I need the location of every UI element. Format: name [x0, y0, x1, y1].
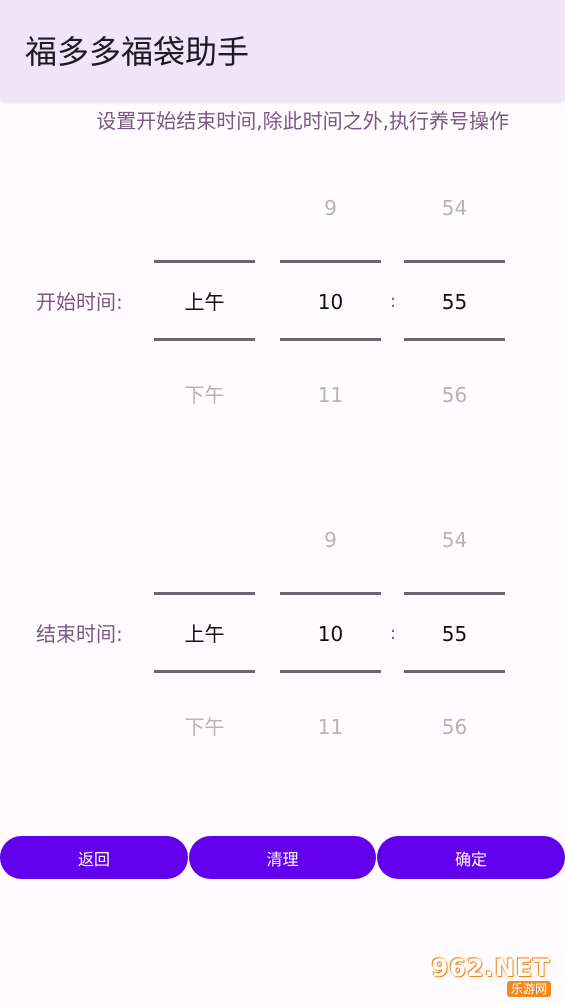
- start-hour-next[interactable]: 11: [280, 380, 381, 410]
- start-minute-selected[interactable]: 55: [404, 287, 505, 317]
- confirm-button[interactable]: 确定: [377, 836, 565, 879]
- time-separator: :: [389, 291, 397, 312]
- start-hour-prev[interactable]: 9: [280, 193, 381, 223]
- end-hour-selected[interactable]: 10: [280, 619, 381, 649]
- start-hour-wheel[interactable]: 9 10 11: [280, 190, 381, 430]
- start-ampm-selected[interactable]: 上午: [154, 287, 255, 317]
- start-minute-wheel[interactable]: 54 55 56: [404, 190, 505, 430]
- divider-bottom: [154, 670, 255, 673]
- start-minute-prev[interactable]: 54: [404, 193, 505, 223]
- end-minute-next[interactable]: 56: [404, 712, 505, 742]
- start-ampm-next[interactable]: 下午: [154, 380, 255, 410]
- instruction-text: 设置开始结束时间,除此时间之外,执行养号操作: [96, 109, 509, 133]
- end-time-label: 结束时间:: [36, 622, 123, 646]
- start-time-picker: 开始时间: 上午 下午 9 10 11 : 54 55 56: [0, 190, 565, 490]
- start-minute-next[interactable]: 56: [404, 380, 505, 410]
- divider-top: [280, 592, 381, 595]
- end-time-picker: 结束时间: 上午 下午 9 10 11 : 54 55 56: [0, 522, 565, 822]
- end-minute-selected[interactable]: 55: [404, 619, 505, 649]
- divider-bottom: [404, 670, 505, 673]
- watermark-subtitle: 乐游网: [506, 981, 551, 997]
- end-hour-prev[interactable]: 9: [280, 525, 381, 555]
- start-ampm-wheel[interactable]: 上午 下午: [154, 190, 255, 430]
- divider-top: [404, 592, 505, 595]
- start-time-label: 开始时间:: [36, 290, 123, 314]
- divider-top: [154, 260, 255, 263]
- divider-top: [280, 260, 381, 263]
- start-hour-selected[interactable]: 10: [280, 287, 381, 317]
- app-bar: 福多多福袋助手: [0, 0, 565, 100]
- end-minute-prev[interactable]: 54: [404, 525, 505, 555]
- back-button[interactable]: 返回: [0, 836, 188, 879]
- time-separator: :: [389, 623, 397, 644]
- app-title: 福多多福袋助手: [25, 33, 250, 71]
- end-hour-next[interactable]: 11: [280, 712, 381, 742]
- end-minute-wheel[interactable]: 54 55 56: [404, 522, 505, 762]
- end-ampm-selected[interactable]: 上午: [154, 619, 255, 649]
- divider-bottom: [154, 338, 255, 341]
- divider-bottom: [280, 670, 381, 673]
- divider-bottom: [404, 338, 505, 341]
- clear-button[interactable]: 清理: [189, 836, 376, 879]
- divider-top: [404, 260, 505, 263]
- watermark: 962.NET 乐游网: [427, 954, 555, 998]
- end-hour-wheel[interactable]: 9 10 11: [280, 522, 381, 762]
- divider-bottom: [280, 338, 381, 341]
- divider-top: [154, 592, 255, 595]
- end-ampm-next[interactable]: 下午: [154, 712, 255, 742]
- end-ampm-wheel[interactable]: 上午 下午: [154, 522, 255, 762]
- watermark-logo: 962.NET: [431, 954, 551, 982]
